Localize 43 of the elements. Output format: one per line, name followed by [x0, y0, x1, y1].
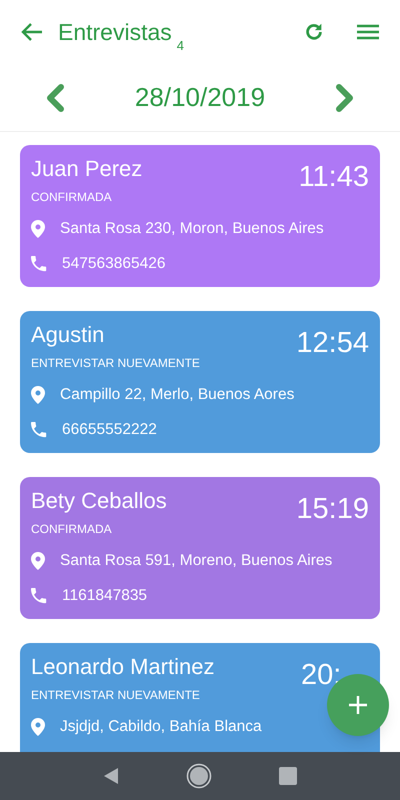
phone-number: 1161847835 — [62, 586, 148, 606]
count-label: 4 — [176, 36, 184, 55]
phone-icon — [31, 422, 47, 438]
back-triangle-icon[interactable] — [103, 767, 120, 785]
location-pin-icon — [31, 718, 45, 736]
square-icon[interactable] — [278, 767, 297, 785]
location-pin-icon — [31, 220, 45, 238]
person-name: Bety Ceballos — [31, 487, 167, 515]
status-label: CONFIRMADA — [31, 521, 113, 537]
status-label: ENTREVISTAR NUEVAMENTE — [31, 355, 200, 371]
phone-icon — [31, 256, 47, 272]
time-label: 15:19 — [296, 492, 369, 527]
person-name: Agustin — [31, 321, 106, 349]
previous-date-button[interactable] — [44, 82, 66, 112]
interview-card[interactable]: Bety Ceballos CONFIRMADA 15:19 Santa Rosa 591, Moreno, Buenos Aires 1161847835 — [20, 477, 380, 619]
chevron-right-icon — [334, 84, 355, 112]
back-arrow-icon — [21, 22, 43, 42]
plus-icon — [348, 695, 368, 715]
person-name: Juan Perez — [31, 155, 142, 183]
address-text: Santa Rosa 230, Moron, Buenos Aires — [60, 219, 324, 240]
time-label: 20: — [301, 658, 342, 693]
home-circle-icon[interactable] — [186, 763, 212, 789]
location-pin-icon — [31, 386, 45, 404]
status-label: CONFIRMADA — [31, 189, 113, 205]
address-text: Campillo 22, Merlo, Buenos Aores — [60, 385, 294, 406]
phone-number: 547563865426 — [62, 254, 166, 274]
address-text: Santa Rosa 591, Moreno, Buenos Aires — [60, 551, 332, 572]
interview-card[interactable]: Juan Perez CONFIRMADA 11:43 Santa Rosa 230, Moron, Buenos Aires 547563865426 — [20, 145, 380, 287]
date-label: 28/10/2019 — [134, 81, 266, 114]
location-pin-icon — [31, 552, 45, 570]
time-label: 12:54 — [296, 326, 369, 361]
status-label: ENTREVISTAR NUEVAMENTE — [31, 687, 201, 703]
next-date-button[interactable] — [334, 82, 356, 112]
time-label: 11:43 — [298, 160, 369, 195]
phone-number: 66655552222 — [62, 420, 157, 440]
phone-icon — [31, 588, 47, 604]
address-text: Jsjdjd, Cabildo, Bahía Blanca — [60, 717, 262, 738]
page-title: Entrevistas — [58, 18, 172, 47]
menu-icon — [357, 24, 379, 40]
interview-card[interactable]: Agustin ENTREVISTAR NUEVAMENTE 12:54 Campillo 22, Merlo, Buenos Aores 66655552222 — [20, 311, 380, 453]
interview-card[interactable]: Leonardo Martinez ENTREVISTAR NUEVAMENTE 20: Jsjdjd, Cabildo, Bahía Blanca — [20, 643, 380, 752]
person-name: Leonardo Martinez — [31, 653, 214, 681]
chevron-left-icon — [45, 84, 65, 112]
